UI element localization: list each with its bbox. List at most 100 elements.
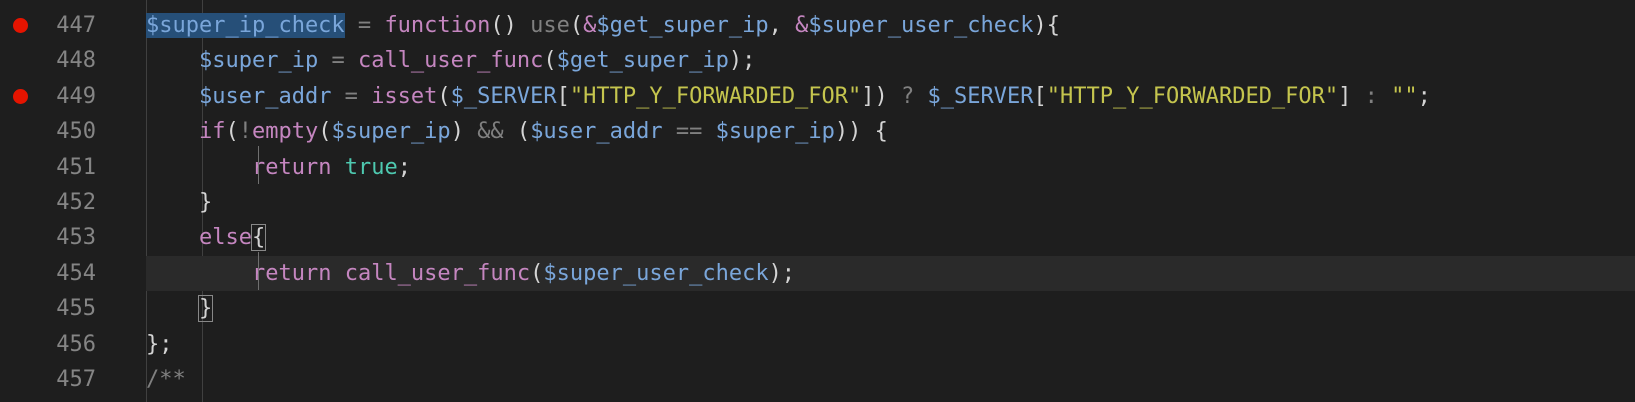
current-line[interactable]: 454 return call_user_func($super_user_ch… (0, 255, 1635, 292)
active-indent-guide (258, 146, 259, 184)
code-line[interactable]: 452 } (0, 185, 1635, 220)
code-token: /** (146, 367, 186, 392)
code-token: return (251, 260, 332, 286)
code-token: $super_ip (198, 48, 319, 74)
code-line[interactable]: 447 $super_ip_check = function() use( & $ge… (0, 8, 1635, 43)
code-token: ( (503, 119, 531, 145)
line-number[interactable]: 447 (36, 8, 96, 43)
code-text[interactable]: if(!empty($super_ip) && ($user_addr == $… (146, 114, 888, 149)
code-token: ( (530, 260, 544, 286)
code-token: ; (1417, 83, 1431, 109)
code-token: ( (318, 119, 332, 145)
code-token: ){ (1033, 13, 1061, 38)
code-editor[interactable]: 447 $super_ip_check = function() use(&$ge… (0, 0, 1635, 402)
line-number[interactable]: 453 (36, 220, 96, 255)
line-number[interactable]: 455 (36, 291, 96, 326)
line-number[interactable]: 456 (36, 327, 96, 362)
code-token: $user_addr (198, 83, 332, 109)
code-token: ; (397, 154, 411, 180)
line-number[interactable]: 451 (36, 150, 96, 185)
code-token: ) (450, 119, 478, 145)
line-number[interactable]: 450 (36, 114, 96, 149)
code-token: = (318, 48, 358, 74)
code-text[interactable]: } (146, 185, 212, 220)
code-token: [ (556, 83, 570, 109)
code-text[interactable]: return call_user_func($super_user_check)… (146, 256, 795, 291)
code-token: use (530, 13, 570, 38)
code-line[interactable]: 456}; (0, 327, 1635, 362)
code-text[interactable]: $super_ip = call_user_func($get_super_ip… (146, 43, 755, 78)
code-token: true (344, 154, 398, 180)
code-token: ( (543, 48, 557, 74)
code-token: ); (728, 48, 756, 74)
code-token: { (250, 224, 267, 252)
code-token: = (331, 83, 372, 109)
code-token: }; (146, 331, 173, 357)
breakpoint-icon[interactable] (13, 88, 28, 104)
code-text[interactable]: }; (146, 327, 173, 362)
code-token: "" (1391, 83, 1418, 109)
line-number[interactable]: 457 (36, 362, 96, 397)
code-token: , (768, 13, 796, 38)
code-line[interactable]: 453 else{ (0, 220, 1635, 255)
code-token: = (344, 13, 385, 38)
line-number[interactable]: 449 (36, 79, 96, 114)
code-token: ! (238, 119, 252, 145)
code-token: $super_user_check (808, 13, 1034, 38)
code-token: function (384, 13, 491, 38)
code-token: ); (768, 260, 796, 286)
code-token: call_user_func (344, 260, 531, 286)
code-token: ]) (861, 83, 902, 109)
code-text[interactable]: $super_ip_check = function() use( & $get_s… (146, 8, 1060, 43)
code-line[interactable]: 457 /** (0, 362, 1635, 397)
code-token: ( (437, 83, 451, 109)
code-token: $_SERVER (450, 83, 557, 109)
line-number[interactable]: 454 (36, 256, 96, 291)
code-line[interactable]: 451 return true; (0, 150, 1635, 185)
code-token: isset (371, 83, 438, 109)
code-text[interactable]: } (146, 291, 214, 326)
code-token: : (1364, 83, 1378, 109)
code-text[interactable]: $user_addr = isset($_SERVER["HTTP_Y_FORW… (146, 79, 1431, 114)
code-token: "HTTP_Y_FORWARDED_FOR" (569, 83, 862, 109)
code-token: )) { (834, 119, 888, 145)
code-text[interactable]: return true; (146, 150, 411, 185)
code-token: == (662, 119, 716, 145)
code-token: } (197, 295, 214, 323)
code-token: ( (225, 119, 239, 145)
code-line[interactable]: 450 if(!empty($super_ip) && ($user_addr … (0, 114, 1635, 149)
code-text[interactable]: else{ (146, 220, 267, 255)
code-line[interactable]: 448 $super_ip = call_user_func($get_supe… (0, 43, 1635, 78)
code-token: && (477, 119, 504, 145)
code-token: call_user_func (357, 48, 544, 74)
code-line[interactable]: 449 $user_addr = isset($_SERVER["HTTP_Y_… (0, 79, 1635, 114)
code-token: } (198, 190, 213, 215)
line-number[interactable]: 448 (36, 43, 96, 78)
line-number[interactable]: 452 (36, 185, 96, 220)
active-indent-guide (258, 252, 259, 290)
code-token: $_SERVER (927, 83, 1034, 109)
code-text[interactable]: /** (146, 362, 186, 397)
code-token: if (198, 119, 226, 145)
code-token: $super_ip (331, 119, 451, 145)
code-token: () (490, 13, 531, 38)
code-token: & (795, 13, 809, 38)
code-token: $get_super_ip (596, 13, 769, 38)
code-token: $super_ip (715, 119, 835, 145)
code-token: $super_ip_check (146, 13, 345, 38)
code-token: $get_super_ip (556, 48, 729, 74)
code-token: $super_user_check (543, 260, 769, 286)
code-line[interactable]: 455 } (0, 291, 1635, 326)
breakpoint-icon[interactable] (13, 18, 28, 33)
code-token: ( (569, 13, 584, 38)
